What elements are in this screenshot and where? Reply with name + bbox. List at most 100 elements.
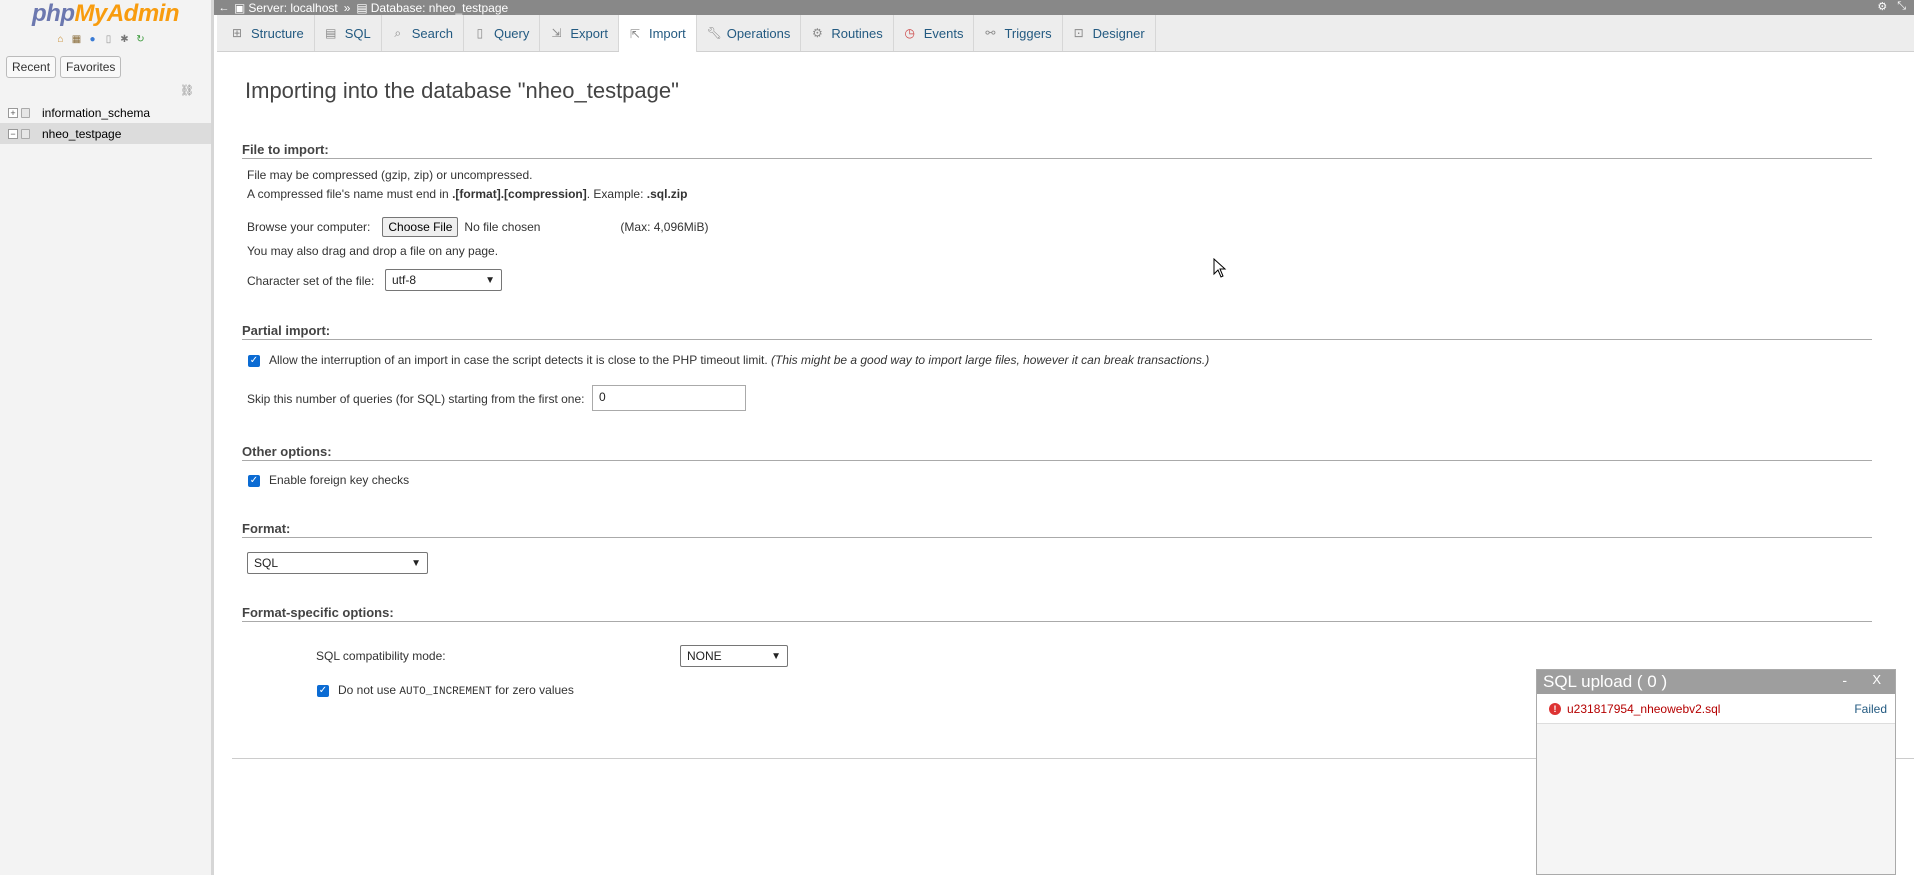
allow-interrupt-row: ✓ Allow the interruption of an import in …: [248, 353, 1209, 367]
tab-label: Triggers: [1004, 25, 1052, 41]
tab-query[interactable]: ▯ Query: [464, 15, 541, 51]
compression-note: File may be compressed (gzip, zip) or un…: [247, 168, 533, 182]
browse-label: Browse your computer:: [247, 220, 371, 234]
sql-upload-panel: SQL upload ( 0 ) - X ! u231817954_nheowe…: [1536, 669, 1896, 875]
db-item-nheo-testpage[interactable]: − nheo_testpage: [0, 123, 211, 144]
compat-mode-label: SQL compatibility mode:: [316, 649, 446, 663]
main-tabs: ⊞ Structure ▤ SQL ⌕ Search ▯ Query ⇲ Export ⇱…: [217, 15, 1914, 52]
format-specific-section: Format-specific options:: [242, 605, 1872, 622]
minimize-button[interactable]: -: [1842, 672, 1847, 688]
tab-label: Import: [648, 26, 686, 41]
tab-label: Export: [570, 25, 608, 41]
chevron-down-icon: ▼: [771, 650, 781, 662]
navigation-panel: phpMyAdmin ⌂ ▦ ● ▯ ✱ ↻ Recent Favorites …: [0, 0, 214, 875]
tab-sql[interactable]: ▤ SQL: [315, 15, 382, 51]
tab-label: Search: [411, 25, 453, 41]
other-options-section: Other options:: [242, 444, 1872, 461]
tab-designer[interactable]: ⊡ Designer: [1063, 15, 1156, 51]
foreign-keys-label[interactable]: Enable foreign key checks: [269, 473, 409, 487]
section-heading: Format-specific options:: [242, 605, 1872, 622]
rule-example: .sql.zip: [646, 187, 688, 201]
upload-row: ! u231817954_nheowebv2.sql Failed: [1537, 694, 1895, 724]
recent-tab[interactable]: Recent: [6, 56, 57, 78]
tab-label: Events: [923, 25, 964, 41]
rule-format: .[format].[compression]: [452, 187, 587, 201]
section-heading: File to import:: [242, 142, 1872, 159]
tab-label: Designer: [1092, 25, 1145, 41]
query-icon: ▯: [476, 26, 484, 40]
db-name[interactable]: nheo_testpage: [42, 127, 121, 141]
choose-file-button[interactable]: Choose File: [382, 217, 459, 237]
close-button[interactable]: X: [1872, 672, 1881, 687]
max-size-text: (Max: 4,096MiB): [620, 220, 709, 234]
db-item-information-schema[interactable]: + information_schema: [0, 102, 211, 123]
breadcrumb-database[interactable]: ▤ Database: nheo_testpage: [356, 1, 508, 15]
allow-interrupt-label[interactable]: Allow the interruption of an import in c…: [269, 353, 768, 367]
allow-interrupt-checkbox[interactable]: ✓: [248, 354, 260, 367]
tab-label: Structure: [251, 25, 304, 41]
import-icon: ⇱: [629, 26, 640, 41]
sql-icon: ▤: [325, 26, 337, 40]
allow-interrupt-note: (This might be a good way to import larg…: [771, 353, 1210, 367]
tab-routines[interactable]: ⚙ Routines: [801, 15, 894, 51]
database-label: Database: nheo_testpage: [370, 0, 509, 15]
structure-icon: ⊞: [231, 26, 243, 40]
tab-import[interactable]: ⇱ Import: [618, 15, 697, 52]
charset-label: Character set of the file:: [247, 274, 375, 288]
partial-import-section: Partial import:: [242, 323, 1872, 340]
tab-structure[interactable]: ⊞ Structure: [221, 15, 315, 51]
no-file-text: No file chosen: [464, 220, 541, 234]
tab-operations[interactable]: 🔧︎ Operations: [697, 15, 802, 51]
docs-icon[interactable]: ▯: [102, 34, 115, 46]
upload-file-name[interactable]: u231817954_nheowebv2.sql: [1567, 702, 1720, 716]
tab-export[interactable]: ⇲ Export: [540, 15, 619, 51]
section-heading: Partial import:: [242, 323, 1872, 340]
table-icon[interactable]: ▦: [70, 34, 83, 46]
expand-icon[interactable]: +: [8, 107, 18, 118]
topbar-actions: ⚙ ⤡: [1877, 0, 1906, 13]
auto-inc-prefix[interactable]: Do not use: [338, 683, 399, 697]
fullscreen-icon[interactable]: ⤡: [1897, 0, 1906, 13]
charset-select[interactable]: utf-8 ▼: [385, 269, 502, 291]
database-tree: + information_schema − nheo_testpage: [0, 102, 211, 144]
db-name[interactable]: information_schema: [42, 106, 150, 120]
tab-triggers[interactable]: ⚯ Triggers: [974, 15, 1063, 51]
settings-icon[interactable]: ✱: [118, 34, 131, 46]
file-to-import-section: File to import:: [242, 142, 1872, 159]
upload-panel-header: SQL upload ( 0 ) - X: [1537, 670, 1895, 694]
auto-inc-code: AUTO_INCREMENT: [399, 686, 492, 698]
link-with-main-icon[interactable]: ⛓: [180, 84, 194, 97]
auto-inc-suffix[interactable]: for zero values: [492, 683, 574, 697]
tab-label: Operations: [726, 25, 791, 41]
designer-icon: ⊡: [1073, 26, 1084, 40]
tab-label: Routines: [831, 25, 883, 41]
help-icon[interactable]: ●: [86, 34, 99, 46]
gear-icon[interactable]: ⚙: [1877, 0, 1887, 13]
tab-events[interactable]: ◷ Events: [894, 15, 975, 51]
tab-label: Query: [493, 25, 530, 41]
database-icon: [21, 107, 30, 118]
drag-drop-note: You may also drag and drop a file on any…: [247, 244, 499, 258]
skip-queries-input[interactable]: 0: [592, 385, 746, 411]
home-icon[interactable]: ⌂: [54, 34, 67, 46]
breadcrumb-server[interactable]: ▣ Server: localhost: [234, 1, 338, 15]
upload-status[interactable]: Failed: [1854, 702, 1887, 716]
auto-increment-checkbox[interactable]: ✓: [317, 684, 329, 697]
collapse-icon[interactable]: −: [8, 128, 18, 139]
phpmyadmin-logo[interactable]: phpMyAdmin: [32, 0, 179, 28]
logo-php-text: php: [32, 0, 75, 27]
chevron-down-icon: ▼: [411, 557, 421, 569]
mouse-cursor-icon: [1213, 258, 1227, 278]
favorites-tab[interactable]: Favorites: [60, 56, 122, 78]
browse-row: Browse your computer: Choose File No fil…: [247, 217, 708, 237]
format-select[interactable]: SQL ▼: [247, 552, 428, 574]
tab-label: SQL: [344, 25, 371, 41]
reload-icon[interactable]: ↻: [134, 34, 147, 46]
foreign-keys-row: ✓ Enable foreign key checks: [248, 473, 409, 487]
tab-search[interactable]: ⌕ Search: [382, 15, 464, 51]
collapse-nav-icon[interactable]: ←: [214, 2, 234, 14]
foreign-keys-checkbox[interactable]: ✓: [248, 474, 260, 487]
auto-increment-row: ✓ Do not use AUTO_INCREMENT for zero valu…: [317, 683, 574, 698]
search-icon: ⌕: [394, 25, 402, 40]
compat-mode-select[interactable]: NONE ▼: [680, 645, 788, 667]
